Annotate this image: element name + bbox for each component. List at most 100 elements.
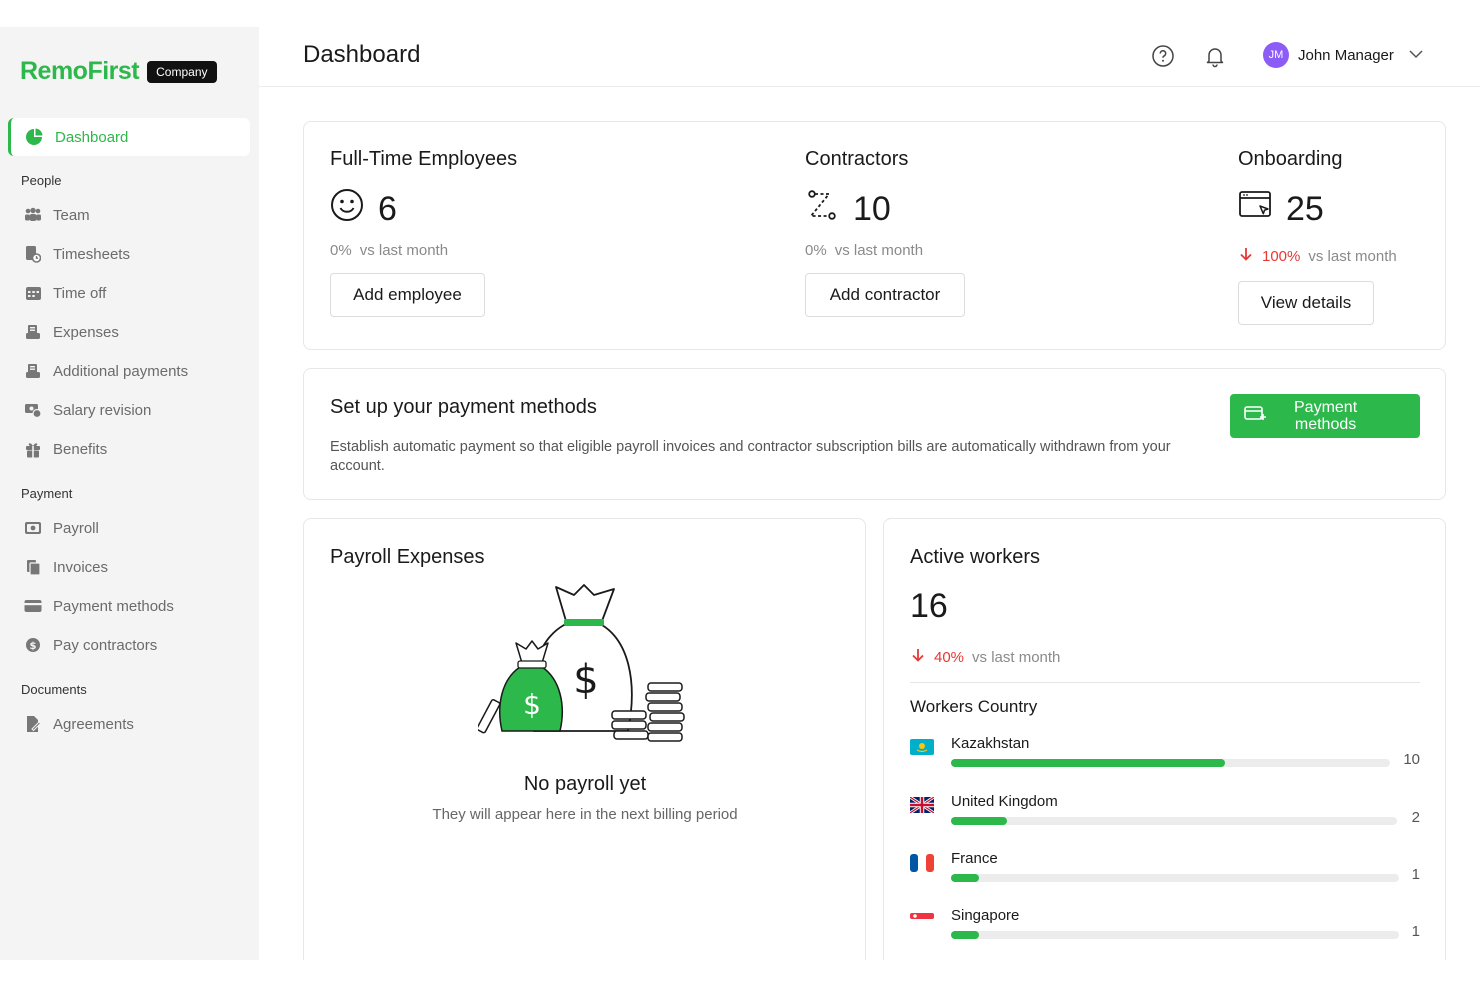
empty-state-title: No payroll yet — [523, 773, 647, 795]
workers-country-title: Workers Country — [910, 697, 1038, 716]
view-details-button[interactable]: View details — [1238, 281, 1374, 325]
card-plus-icon — [1244, 405, 1266, 427]
payment-setup-card: Set up your payment methods Establish au… — [303, 368, 1446, 500]
sidebar-item-payroll[interactable]: Payroll — [24, 517, 99, 539]
pie-chart-icon — [25, 128, 43, 146]
country-count: 2 — [1411, 809, 1420, 826]
payment-setup-title: Set up your payment methods — [330, 396, 597, 418]
onboarding-change-pct: 100% — [1262, 247, 1301, 265]
country-row: United Kingdom 2 — [909, 793, 1420, 843]
payment-methods-button[interactable]: Payment methods — [1230, 394, 1420, 438]
sidebar-item-label: Salary revision — [53, 401, 152, 419]
country-bar-track — [951, 759, 1390, 767]
bell-icon[interactable] — [1203, 44, 1227, 68]
dollar-icon: $ — [24, 636, 42, 654]
user-name: John Manager — [1298, 46, 1394, 64]
help-icon[interactable] — [1151, 44, 1175, 68]
money-bags-illustration: $ $ — [476, 581, 694, 754]
sidebar-section-people: People — [21, 173, 62, 188]
kazakhstan-flag-icon — [910, 739, 934, 755]
sidebar-item-pay-contractors[interactable]: $ Pay contractors — [24, 634, 157, 656]
salary-icon — [24, 401, 42, 419]
arrow-down-icon — [910, 647, 926, 667]
onboarding-change: 100% vs last month — [1238, 246, 1397, 266]
sidebar-item-timesheets[interactable]: Timesheets — [24, 243, 130, 265]
singapore-flag-icon — [910, 911, 934, 927]
sidebar-item-label: Payroll — [53, 519, 99, 537]
contractors-change-pct: 0% — [805, 242, 827, 259]
country-name: Kazakhstan — [951, 735, 1030, 752]
payments-icon — [24, 362, 42, 380]
svg-text:$: $ — [523, 688, 541, 721]
company-badge: Company — [147, 60, 217, 83]
sidebar-item-agreements[interactable]: Agreements — [24, 713, 134, 735]
uk-flag-icon — [909, 795, 935, 815]
smile-icon — [330, 188, 364, 231]
active-workers-value: 16 — [910, 587, 948, 625]
sidebar-item-label: Timesheets — [53, 245, 130, 263]
sidebar-item-label: Benefits — [53, 440, 108, 458]
contractors-title: Contractors — [805, 148, 909, 170]
fte-title: Full-Time Employees — [330, 148, 518, 170]
payroll-expenses-card: Payroll Expenses $ $ No payroll yet They… — [303, 518, 866, 960]
sidebar-item-additional-payments[interactable]: Additional payments — [24, 360, 188, 382]
sidebar-item-salary-revision[interactable]: Salary revision — [24, 399, 151, 421]
sidebar-item-label: Expenses — [53, 323, 119, 341]
country-row: Kazakhstan 10 — [910, 735, 1420, 785]
active-workers-card: Active workers 16 40% vs last month Work… — [883, 518, 1446, 960]
country-bar-fill — [951, 817, 1007, 825]
payment-methods-button-label: Payment methods — [1294, 399, 1358, 433]
sidebar-section-payment: Payment — [21, 486, 73, 501]
sidebar-item-label: Team — [53, 206, 90, 224]
country-bar-fill — [951, 931, 979, 939]
contractors-value-row: 10 — [805, 188, 891, 231]
sidebar-item-invoices[interactable]: Invoices — [24, 556, 108, 578]
payroll-expenses-title: Payroll Expenses — [330, 546, 485, 568]
app-frame: RemoFirst Company Dashboard People Team … — [0, 27, 1480, 960]
route-icon — [805, 188, 839, 231]
calendar-icon — [24, 284, 42, 302]
payment-setup-description: Establish automatic payment so that elig… — [330, 439, 1171, 474]
sidebar-item-team[interactable]: Team — [24, 204, 90, 226]
contractors-change: 0% vs last month — [805, 242, 923, 259]
fte-value: 6 — [378, 190, 397, 228]
empty-state-subtitle: They will appear here in the next billin… — [432, 806, 738, 823]
onboarding-value: 25 — [1286, 190, 1324, 228]
add-contractor-button[interactable]: Add contractor — [805, 273, 965, 317]
country-count: 1 — [1411, 866, 1420, 883]
page-title: Dashboard — [303, 41, 421, 68]
svg-text:$: $ — [573, 657, 598, 703]
country-count: 1 — [1411, 923, 1420, 940]
sidebar-item-label: Additional payments — [53, 362, 189, 380]
logo[interactable]: RemoFirst — [20, 57, 140, 86]
team-icon — [24, 206, 42, 224]
onboarding-change-suffix: vs last month — [1308, 247, 1397, 265]
card-icon — [24, 597, 42, 615]
country-name: France — [951, 850, 998, 867]
active-workers-change: 40% vs last month — [910, 647, 1060, 667]
country-name: Singapore — [951, 907, 1020, 924]
avatar: JM — [1263, 42, 1289, 68]
document-sign-icon — [24, 715, 42, 733]
user-menu[interactable]: JM John Manager — [1263, 42, 1424, 68]
sidebar: RemoFirst Company Dashboard People Team … — [0, 27, 259, 960]
top-header: Dashboard JM John Manager — [259, 27, 1480, 87]
browser-cursor-icon — [1238, 188, 1272, 231]
france-flag-icon — [910, 854, 934, 872]
sidebar-item-expenses[interactable]: Expenses — [24, 321, 119, 343]
invoice-icon — [24, 558, 42, 576]
sidebar-item-dashboard[interactable]: Dashboard — [8, 118, 250, 156]
gift-icon — [24, 440, 42, 458]
sidebar-item-payment-methods[interactable]: Payment methods — [24, 595, 174, 617]
country-bar-fill — [951, 874, 979, 882]
svg-text:$: $ — [30, 641, 37, 652]
sidebar-item-benefits[interactable]: Benefits — [24, 438, 107, 460]
chevron-down-icon — [1408, 46, 1424, 64]
sidebar-item-time-off[interactable]: Time off — [24, 282, 106, 304]
active-workers-change-pct: 40% — [934, 648, 965, 666]
onboarding-value-row: 25 — [1238, 188, 1324, 231]
country-bar-track — [951, 931, 1399, 939]
sidebar-item-label: Invoices — [53, 558, 109, 576]
add-employee-button[interactable]: Add employee — [330, 273, 485, 317]
fte-value-row: 6 — [330, 188, 397, 231]
